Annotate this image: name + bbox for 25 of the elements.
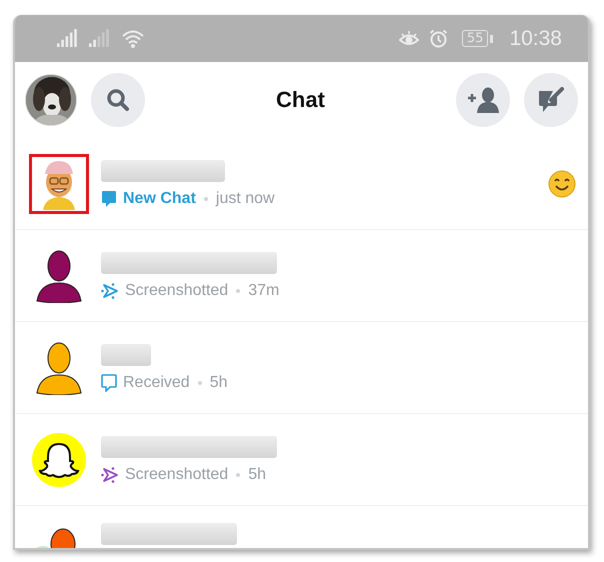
chat-time: just now: [216, 190, 275, 208]
clock-time: 10:38: [509, 26, 562, 50]
signal-icon: [89, 28, 111, 48]
signal-icon: [57, 28, 79, 48]
blurred-name: [101, 344, 151, 366]
chat-time: 5h: [210, 374, 228, 392]
chat-row[interactable]: Screenshotted 5h: [15, 414, 588, 506]
chat-time: 37m: [248, 282, 280, 300]
eye-icon: [398, 30, 419, 48]
chat-pencil-icon: [537, 86, 565, 114]
chat-status: New Chat: [123, 190, 196, 208]
chat-time: 5h: [248, 466, 266, 484]
chat-row[interactable]: New Chat just now: [15, 138, 588, 230]
alarm-icon: [428, 29, 448, 48]
page-title: Chat: [275, 87, 326, 113]
chat-row[interactable]: Screenshotted 37m: [15, 230, 588, 322]
profile-avatar[interactable]: [25, 74, 77, 126]
add-person-icon: [467, 87, 499, 113]
wifi-icon: [121, 28, 145, 48]
chat-status: Received: [123, 374, 190, 392]
ghost-avatar: [31, 432, 87, 488]
chat-status: Screenshotted: [125, 282, 228, 300]
chat-row[interactable]: Received 5h: [15, 322, 588, 414]
search-icon: [106, 88, 130, 112]
chat-status: Screenshotted: [125, 466, 228, 484]
